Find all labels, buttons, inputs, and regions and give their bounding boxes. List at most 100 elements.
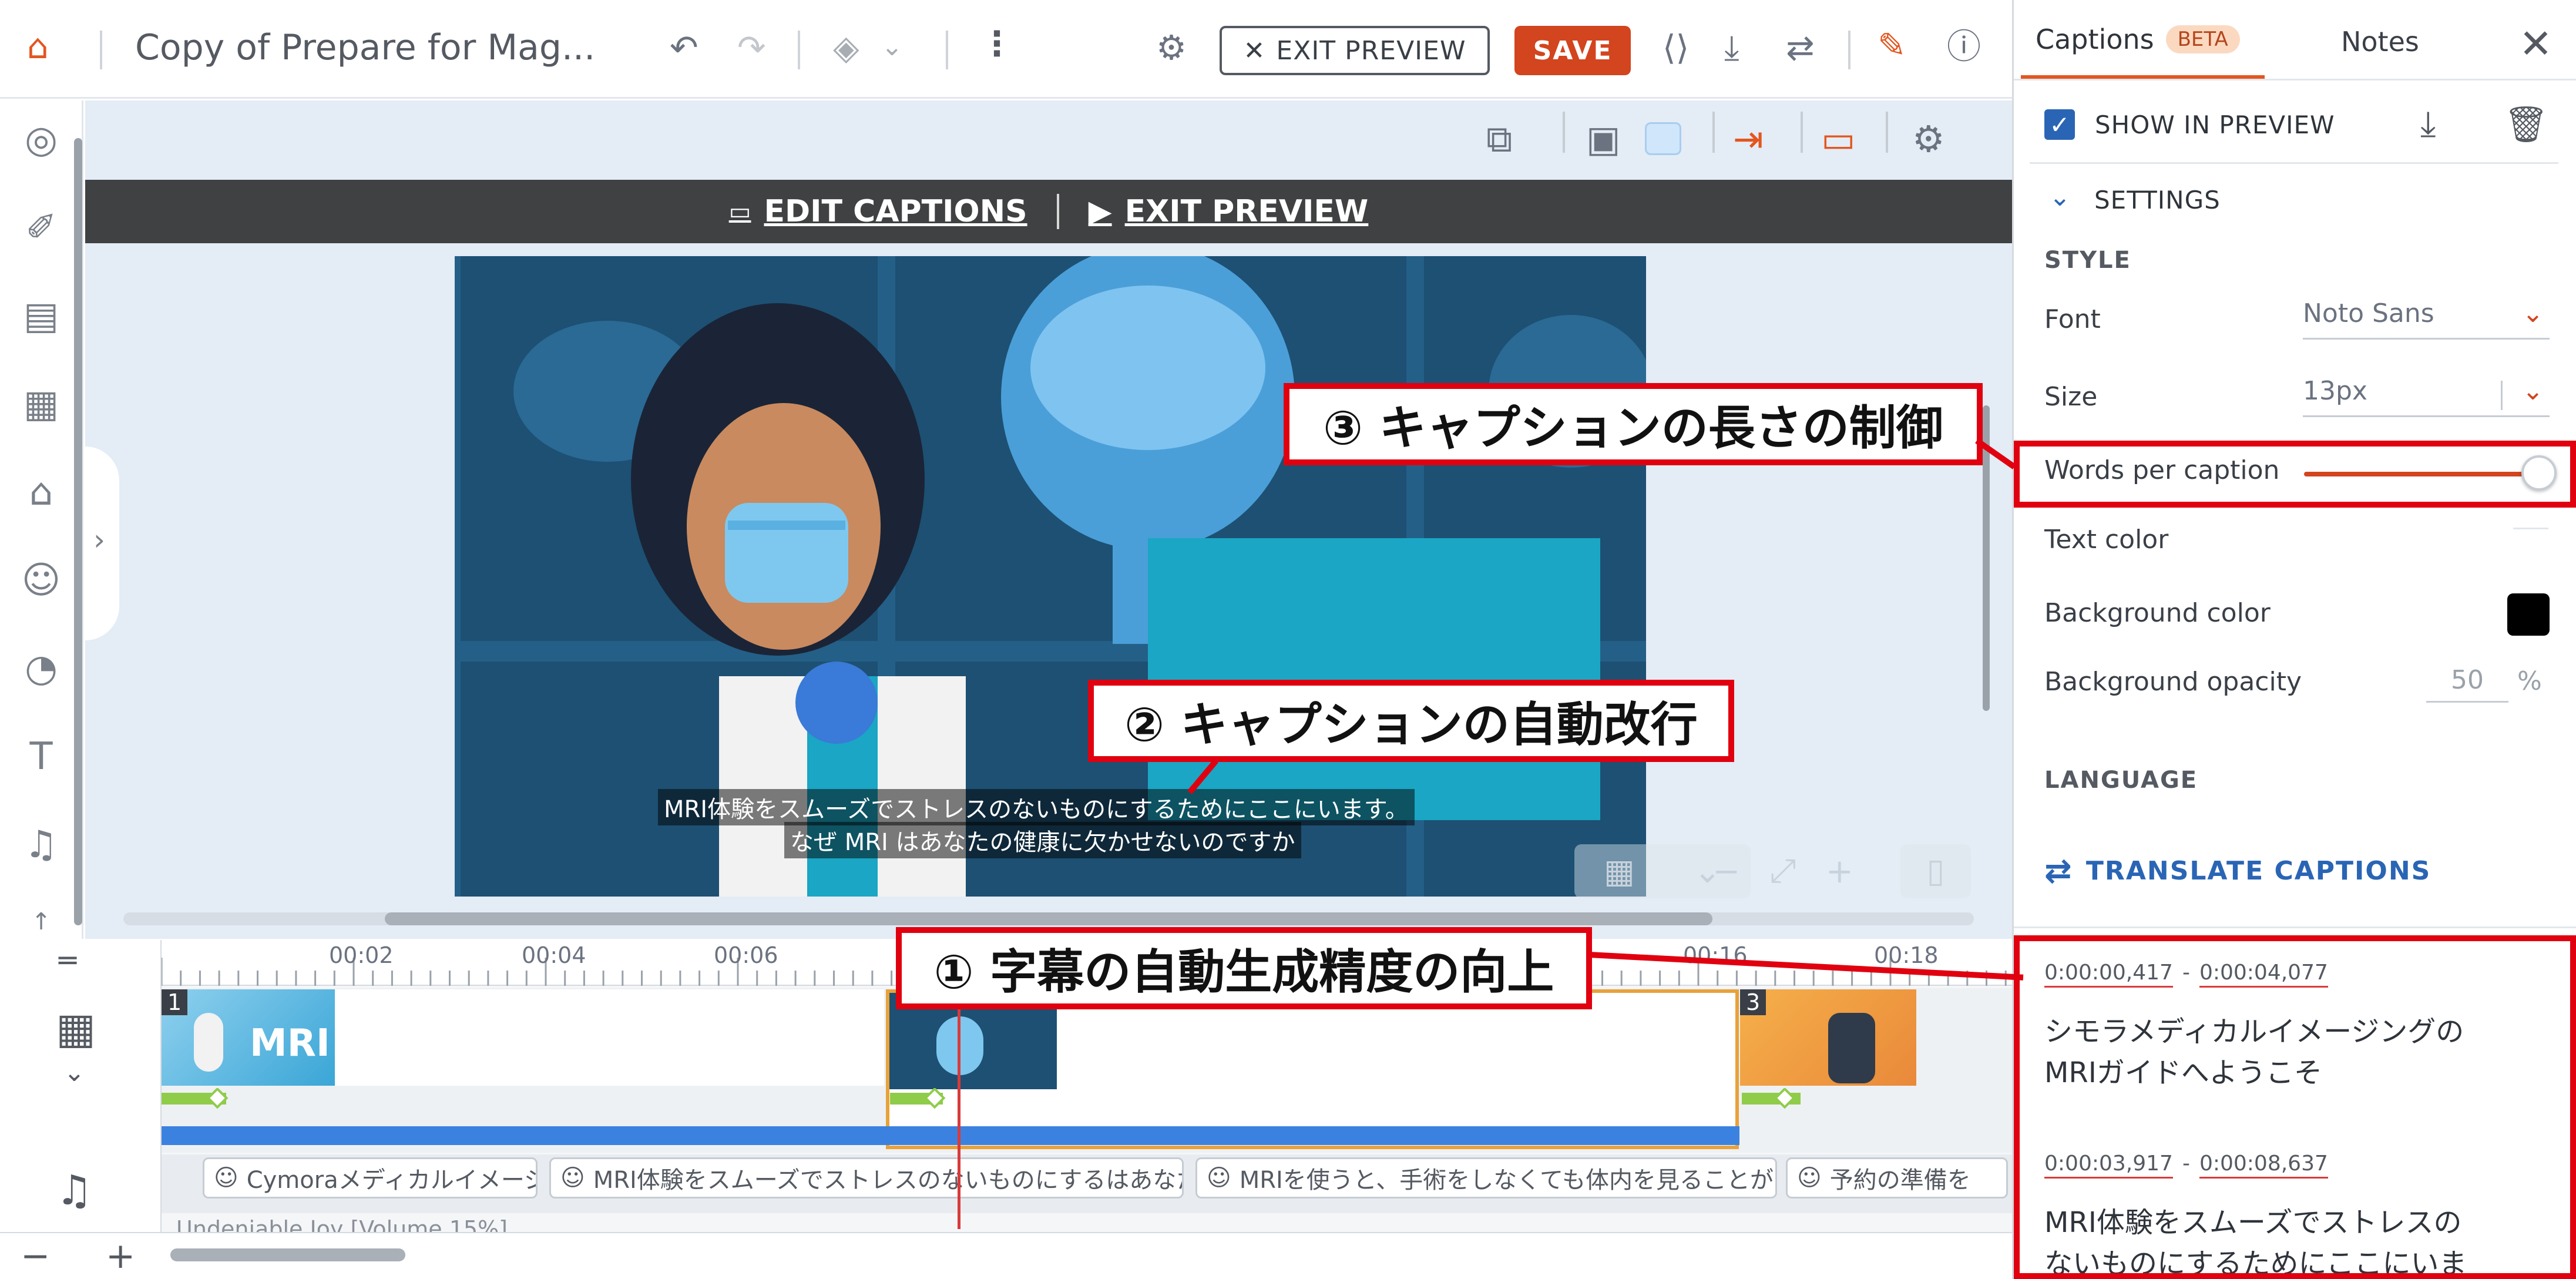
- scene-clip-2-selected[interactable]: [886, 989, 1739, 1149]
- trash-icon[interactable]: 🗑: [2504, 103, 2548, 145]
- playhead[interactable]: [958, 988, 960, 1229]
- document-title[interactable]: Copy of Prepare for Mag...: [135, 27, 595, 68]
- video-camera-icon[interactable]: ▭: [1821, 118, 1856, 160]
- exit-preview-link[interactable]: ▶ EXIT PREVIEW: [1089, 194, 1369, 229]
- chart-icon[interactable]: ◔: [18, 647, 65, 690]
- play-icon: ▶: [1088, 194, 1112, 229]
- upload-icon[interactable]: ↑: [18, 908, 65, 935]
- background-color-swatch[interactable]: [1645, 122, 1681, 155]
- show-in-preview-label: SHOW IN PREVIEW: [2095, 110, 2335, 139]
- download-icon[interactable]: ⤓: [1724, 31, 1739, 65]
- grid-icon[interactable]: ▦: [1604, 852, 1635, 891]
- swap-layout-icon[interactable]: ⧉: [1486, 118, 1512, 161]
- undo-icon[interactable]: ↶: [670, 31, 698, 65]
- font-select[interactable]: Noto Sans ⌄: [2303, 298, 2550, 340]
- zoom-in-icon[interactable]: +: [1826, 852, 1853, 891]
- tabs-divider: [2014, 79, 2576, 80]
- film-icon[interactable]: ▦: [18, 382, 65, 426]
- settings-toggle[interactable]: SETTINGS: [2094, 186, 2221, 214]
- music-icon[interactable]: ♫: [18, 823, 65, 867]
- music-icon: ♫: [56, 1166, 93, 1214]
- voiceover-icon: ☺: [1797, 1164, 1822, 1191]
- image-icon[interactable]: ▣: [1586, 118, 1621, 160]
- avatar-icon[interactable]: ☺: [18, 559, 65, 602]
- exit-preview-label: EXIT PREVIEW: [1276, 35, 1466, 66]
- toolbar-divider: [1801, 112, 1803, 153]
- ruler-tick-label: 00:02: [329, 942, 394, 968]
- text-icon[interactable]: T: [18, 735, 65, 778]
- layers-icon[interactable]: ◈: [833, 31, 859, 65]
- voiceover-clip[interactable]: ☺ Cymoraメディカルイメージ: [203, 1157, 538, 1199]
- translate-icon[interactable]: ⇄: [1786, 31, 1815, 65]
- ruler-tick-label: 00:18: [1874, 942, 1939, 968]
- zoom-out-icon[interactable]: −: [21, 1236, 50, 1277]
- exit-preview-button[interactable]: ✕ EXIT PREVIEW: [1220, 26, 1490, 75]
- ruler-tick-label: 00:04: [522, 942, 586, 968]
- translate-captions-label: TRANSLATE CAPTIONS: [2085, 856, 2431, 886]
- compass-icon[interactable]: ◎: [18, 118, 65, 162]
- edit-captions-link[interactable]: ▭ EDIT CAPTIONS: [729, 194, 1027, 229]
- annotation-highlight-cue-list: [2014, 935, 2576, 1279]
- gear-icon[interactable]: ⚙: [1912, 118, 1945, 160]
- redo-icon[interactable]: ↷: [737, 31, 766, 65]
- chevron-down-icon[interactable]: ⌄: [881, 34, 903, 60]
- close-icon[interactable]: ✕: [2519, 21, 2553, 68]
- collapse-panel-handle[interactable]: ›: [85, 447, 119, 640]
- keyframe-strip: [162, 1088, 1801, 1109]
- gear-icon[interactable]: ⚙: [1156, 31, 1187, 65]
- enter-transition-icon[interactable]: ⇥: [1733, 118, 1764, 160]
- toolbar-divider: [1712, 112, 1715, 153]
- chevron-down-icon[interactable]: ⌄: [63, 1058, 85, 1087]
- brand-kit-icon[interactable]: ✐: [18, 206, 65, 250]
- tab-notes[interactable]: Notes: [2341, 26, 2419, 58]
- sidebar-scrollbar[interactable]: [74, 138, 82, 925]
- select-divider: [2501, 381, 2503, 410]
- download-icon[interactable]: ⤓: [2420, 103, 2436, 145]
- text-color-swatch[interactable]: [2513, 528, 2548, 539]
- voiceover-icon: ☺: [1207, 1164, 1231, 1191]
- panel-divider: [2030, 162, 2558, 164]
- size-select[interactable]: 13px ⌄: [2303, 376, 2550, 417]
- language-section-label: LANGUAGE: [2044, 767, 2198, 794]
- help-icon[interactable]: ⓘ: [1947, 29, 1981, 63]
- save-button[interactable]: SAVE: [1514, 26, 1631, 75]
- canvas-toolbar: ⧉ ▣ ⇥ ▭ ⚙: [1480, 112, 2009, 170]
- toolbar-divider: [1563, 112, 1565, 153]
- chevron-down-icon: ⌄: [2522, 376, 2544, 406]
- media-folder-icon[interactable]: ▤: [18, 294, 65, 338]
- translate-captions-button[interactable]: ⇄ TRANSLATE CAPTIONS: [2044, 852, 2431, 890]
- chevron-down-icon: ⌄: [2522, 298, 2544, 328]
- fit-screen-icon[interactable]: ⤢: [1770, 852, 1796, 891]
- ruler-tick-label: 00:06: [714, 942, 778, 968]
- drag-handle-icon[interactable]: ═: [59, 944, 76, 978]
- video-controls: ▦ ⌄ − ⤢ + ▯: [1574, 844, 1974, 898]
- split-view-icon[interactable]: ▯: [1900, 844, 1971, 898]
- scene-duration-bar[interactable]: [162, 1126, 1739, 1145]
- chevron-down-icon[interactable]: ⌄: [2049, 182, 2071, 212]
- background-opacity-label: Background opacity: [2044, 667, 2302, 697]
- canvas-scroll-thumb[interactable]: [385, 912, 1712, 925]
- voiceover-clip[interactable]: ☺ MRIを使うと、手術をしなくても体内を見ることがで: [1195, 1157, 1777, 1199]
- person-figure: [194, 1013, 223, 1072]
- zoom-out-icon[interactable]: −: [1712, 852, 1740, 891]
- more-vertical-icon[interactable]: ⋮: [980, 26, 1014, 61]
- background-opacity-input[interactable]: 50: [2426, 665, 2508, 703]
- caption-line-1: MRI体験をスムーズでストレスのないものにするためにここにいます。: [658, 789, 1415, 825]
- timeline-scroll-thumb[interactable]: [170, 1248, 405, 1261]
- toolbar-divider: [1848, 31, 1850, 69]
- home-icon[interactable]: ⌂: [27, 29, 49, 63]
- voiceover-clip[interactable]: ☺ 予約の準備を: [1786, 1157, 2008, 1199]
- background-color-swatch[interactable]: [2507, 593, 2550, 636]
- scene-clip-1[interactable]: MRI 1: [162, 989, 884, 1086]
- show-in-preview-checkbox[interactable]: ✓: [2044, 109, 2075, 140]
- scenes-icon[interactable]: ⌂: [18, 471, 65, 514]
- voiceover-clip[interactable]: ☺ MRI体験をスムーズでストレスのないものにするはあなたの: [549, 1157, 1184, 1199]
- scene-thumbnail: MRI: [162, 989, 335, 1086]
- scene-clip-3[interactable]: 3: [1740, 989, 1916, 1086]
- font-label: Font: [2044, 304, 2101, 334]
- audio-clip-label: MRIを使うと、手術をしなくても体内を見ることがで: [1239, 1167, 1777, 1194]
- tab-captions[interactable]: Captions BETA: [2036, 24, 2240, 55]
- share-icon[interactable]: ⟨⟩: [1663, 31, 1689, 65]
- script-edit-icon[interactable]: ✎: [1878, 28, 1906, 62]
- zoom-in-icon[interactable]: +: [106, 1236, 135, 1277]
